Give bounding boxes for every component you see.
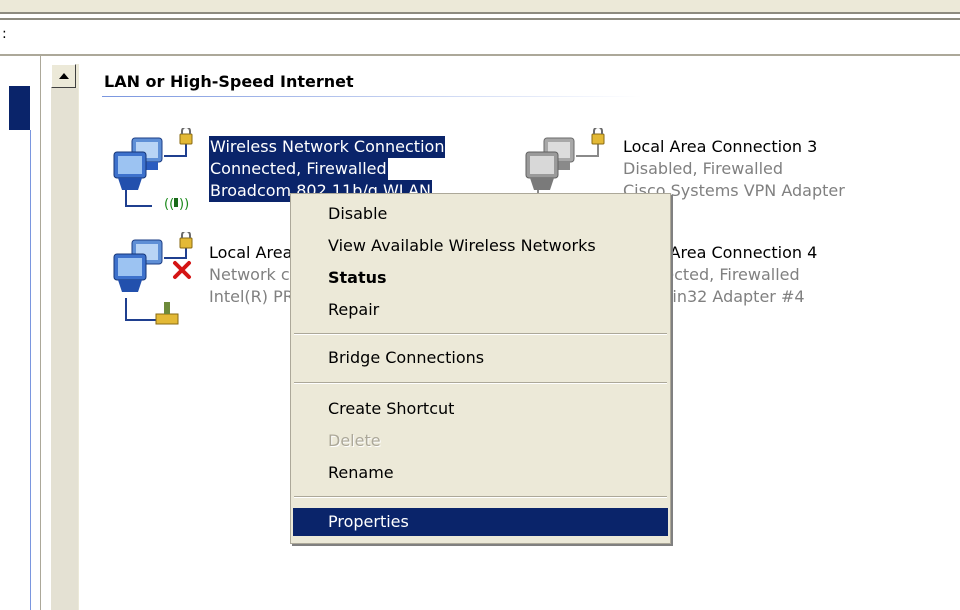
group-underline [102,96,642,97]
connection-name: Local Area Connection 3 [623,137,818,156]
address-label: : [2,26,7,42]
toolbar-divider [0,12,960,14]
scroll-up-button[interactable] [51,64,76,88]
address-bar-border [0,54,960,56]
connection-status: Disabled, Firewalled [623,159,784,178]
context-menu: Disable View Available Wireless Networks… [290,193,671,544]
group-title: LAN or High-Speed Internet [104,72,354,91]
tasks-pane [0,56,40,610]
connection-status: Connected, Firewalled [209,158,388,180]
menu-separator [294,382,667,384]
menu-item-create-shortcut[interactable]: Create Shortcut [293,395,668,423]
wireless-network-icon: (( )) [113,128,193,210]
disconnected-x-icon [173,261,191,279]
menu-item-properties[interactable]: Properties [293,508,668,536]
menu-item-rename[interactable]: Rename [293,459,668,487]
menu-item-status[interactable]: Status [293,264,668,292]
menu-separator [294,333,667,335]
toolbar-strip [0,0,960,12]
connection-name: Wireless Network Connection [209,136,446,158]
menu-item-delete: Delete [328,431,381,450]
scrollbar-track[interactable] [51,88,78,610]
menu-item-bridge-connections[interactable]: Bridge Connections [293,344,668,372]
pane-splitter[interactable] [40,56,41,610]
menu-separator [294,496,667,498]
svg-text:((: (( [164,197,174,210]
scroll-up-arrow-icon [59,73,69,79]
address-bar[interactable] [0,20,960,54]
menu-item-view-wireless-networks[interactable]: View Available Wireless Networks [293,232,668,260]
svg-text:)): )) [179,197,189,210]
menu-item-disable[interactable]: Disable [293,200,668,228]
tasks-pane-selected-item[interactable] [9,86,30,130]
menu-item-repair[interactable]: Repair [293,296,668,324]
tasks-pane-edge [30,130,31,610]
lan-network-icon [113,232,193,325]
